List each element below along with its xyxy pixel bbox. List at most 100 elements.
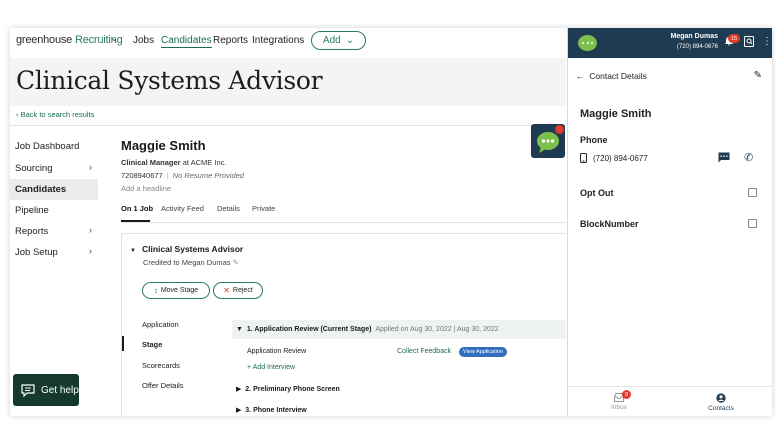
tab-on-1-job[interactable]: On 1 Job — [121, 204, 153, 213]
brand-name: greenhouse — [16, 34, 73, 46]
sidebar-item-label: Job Setup — [15, 247, 58, 258]
contact-phone-row: (720) 894-0677 — [580, 153, 648, 163]
app-logo-icon — [578, 35, 597, 51]
sidebar-item-label: Job Dashboard — [15, 141, 80, 152]
inbox-count-badge: 8 — [622, 390, 631, 399]
stage-applied-date: Applied on Aug 30, 2022 | Aug 30, 2022 — [375, 326, 499, 333]
stage-row-preliminary-phone-screen[interactable]: ▶ 2. Preliminary Phone Screen — [236, 385, 340, 393]
app-window: greenhouse Recruiting ⌄ Jobs Candidates … — [10, 28, 772, 416]
subnav-stage[interactable]: Stage — [142, 340, 162, 349]
stage-row-application-review[interactable]: ▼ 1. Application Review (Current Stage) … — [236, 326, 499, 333]
sidebar-item-label: Reports — [15, 226, 49, 237]
chevron-right-icon: › — [89, 162, 92, 172]
candidate-phone[interactable]: 7208940677 — [121, 171, 163, 180]
view-application-button[interactable]: View Application — [459, 347, 507, 357]
sidebar-item-job-dashboard[interactable]: Job Dashboard — [10, 136, 98, 157]
credited-to: Credited to Megan Dumas ✎ — [143, 258, 239, 267]
move-stage-button[interactable]: ↕ Move Stage — [142, 282, 210, 299]
chevron-right-icon: › — [89, 225, 92, 235]
contact-person-icon — [716, 392, 726, 403]
back-to-search-link[interactable]: ‹ Back to search results — [16, 110, 94, 119]
collect-feedback-link[interactable]: Collect Feedback — [397, 348, 451, 355]
tab-private[interactable]: Private — [252, 204, 275, 213]
more-vertical-icon[interactable]: ⋮ — [762, 36, 772, 47]
phone-call-icon[interactable]: ✆ — [744, 151, 753, 164]
active-subnav-indicator — [122, 336, 124, 351]
stage-row-phone-interview[interactable]: ▶ 3. Phone Interview — [236, 406, 307, 414]
help-chat-icon — [21, 383, 35, 397]
sms-app-launcher[interactable] — [531, 124, 565, 158]
pencil-icon[interactable]: ✎ — [233, 258, 239, 267]
sidebar-item-reports[interactable]: Reports › — [10, 221, 98, 242]
move-stage-label: Move Stage — [160, 287, 199, 294]
greenhouse-main: greenhouse Recruiting ⌄ Jobs Candidates … — [10, 28, 566, 416]
application-job-title-label: Clinical Systems Advisor — [141, 244, 244, 254]
mobile-phone-icon — [580, 153, 587, 163]
opt-out-label: Opt Out — [580, 188, 614, 198]
subnav-application[interactable]: Application — [142, 320, 179, 329]
get-help-button[interactable]: Get help — [13, 374, 79, 406]
tab-details[interactable]: Details — [217, 204, 240, 213]
subnav-offer-details[interactable]: Offer Details — [142, 381, 184, 390]
add-button[interactable]: Add ⌄ — [311, 31, 366, 50]
sidebar-item-label: Pipeline — [15, 205, 49, 216]
candidate-name: Maggie Smith — [121, 138, 206, 153]
candidate-role: Clinical Manager at ACME Inc. — [121, 158, 226, 167]
search-contacts-icon[interactable] — [744, 36, 754, 50]
back-arrow-icon[interactable]: ← — [576, 71, 585, 81]
user-name: Megan Dumas — [670, 33, 718, 40]
nav-integrations[interactable]: Integrations — [252, 35, 304, 46]
footer-contacts[interactable]: Contacts — [670, 387, 772, 416]
divider — [121, 222, 566, 223]
active-tab-indicator — [121, 220, 150, 222]
add-button-label: Add — [322, 35, 341, 46]
chevron-down-icon: ⌄ — [345, 35, 355, 46]
subnav-scorecards[interactable]: Scorecards — [142, 361, 180, 370]
nav-reports[interactable]: Reports — [213, 35, 248, 46]
get-help-label: Get help — [41, 384, 79, 396]
footer-inbox[interactable]: Inbox 8 — [568, 387, 670, 416]
notification-count-badge: 15 — [728, 34, 740, 43]
sidebar-item-label: Sourcing — [15, 163, 53, 174]
credited-to-label: Credited to Megan Dumas — [143, 258, 231, 267]
brand-logo[interactable]: greenhouse Recruiting — [16, 34, 123, 46]
message-icon[interactable] — [718, 152, 730, 166]
stage-interview-name: Application Review — [247, 348, 307, 355]
reject-button[interactable]: ✕ Reject — [213, 282, 263, 299]
resume-status: No Resume Provided — [172, 171, 244, 180]
sidebar-item-job-setup[interactable]: Job Setup › — [10, 242, 98, 263]
stage-label: 3. Phone Interview — [245, 407, 307, 414]
edit-pencil-icon[interactable]: ✎ — [754, 70, 762, 81]
chevron-down-icon[interactable]: ⌄ — [110, 33, 118, 44]
add-headline-link[interactable]: Add a headline — [121, 184, 171, 193]
reject-label: Reject — [232, 287, 253, 294]
sidebar-item-sourcing[interactable]: Sourcing › — [10, 158, 98, 179]
divider — [10, 125, 566, 126]
nav-jobs[interactable]: Jobs — [133, 35, 154, 46]
close-icon: ✕ — [223, 286, 230, 295]
contact-name: Maggie Smith — [580, 108, 652, 120]
page-title: Clinical Systems Advisor — [16, 66, 323, 95]
contact-phone: (720) 894-0677 — [593, 153, 648, 163]
chevron-right-icon: › — [89, 246, 92, 256]
add-interview-link[interactable]: + Add Interview — [247, 364, 295, 371]
contact-details-title: Contact Details — [589, 71, 647, 81]
sms-panel: Megan Dumas (720) 894-0676 15 ⋮ ← Contac… — [567, 28, 772, 416]
footer-contacts-label: Contacts — [708, 404, 734, 412]
block-number-checkbox[interactable] — [748, 219, 757, 228]
tab-activity-feed[interactable]: Activity Feed — [161, 204, 204, 213]
stage-label: 2. Preliminary Phone Screen — [245, 386, 340, 393]
up-down-arrow-icon: ↕ — [153, 286, 158, 295]
nav-candidates[interactable]: Candidates — [161, 35, 212, 48]
sidebar-item-pipeline[interactable]: Pipeline — [10, 200, 98, 221]
top-nav: greenhouse Recruiting ⌄ Jobs Candidates … — [10, 28, 566, 54]
block-number-label: BlockNumber — [580, 219, 639, 229]
application-card: ▼ Clinical Systems Advisor Credited to Me… — [121, 233, 566, 416]
notification-dot — [555, 125, 564, 134]
sidebar-item-candidates[interactable]: Candidates — [10, 179, 98, 200]
application-job-title[interactable]: ▼ Clinical Systems Advisor — [130, 244, 243, 254]
footer-inbox-label: Inbox — [611, 404, 627, 411]
opt-out-checkbox[interactable] — [748, 188, 757, 197]
back-link-label: Back to search results — [20, 110, 95, 119]
panel-footer-nav: Inbox 8 Contacts — [568, 386, 772, 416]
